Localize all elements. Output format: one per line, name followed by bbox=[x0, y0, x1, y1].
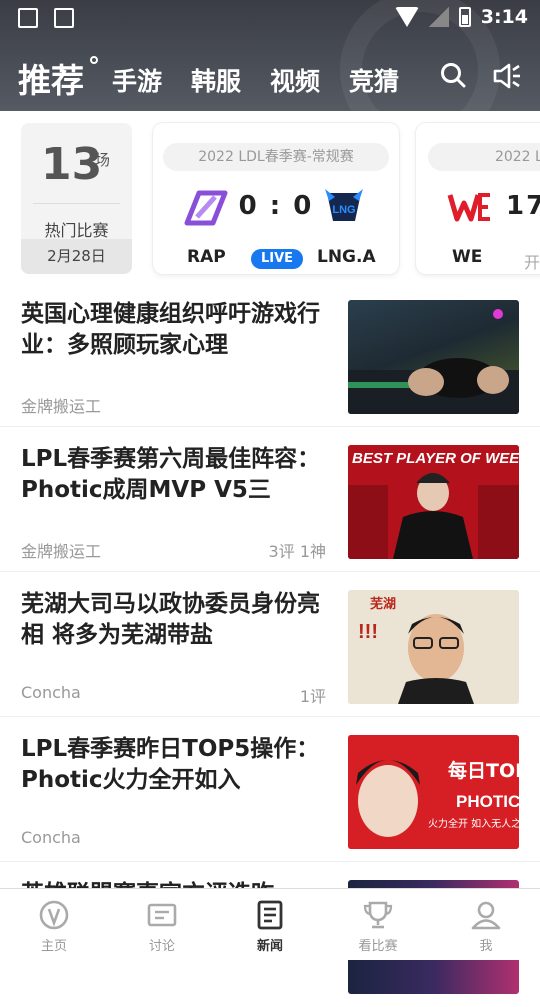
news-meta: 3评 1神 bbox=[269, 538, 326, 562]
tab-guessing[interactable]: 竞猜 bbox=[349, 62, 399, 98]
gamepad-photo bbox=[348, 300, 519, 414]
home-icon bbox=[38, 899, 70, 931]
streamer-photo: 芜湖 !!! bbox=[348, 590, 519, 704]
news-icon bbox=[254, 899, 286, 931]
news-item[interactable]: LPL春季赛昨日TOP5操作：Photic火力全开如入 Concha 每日TOP… bbox=[0, 718, 540, 862]
news-meta: 1评 bbox=[300, 683, 326, 707]
news-author: Concha bbox=[21, 683, 81, 702]
league-name: 2022 LDL春季赛-常规赛 bbox=[163, 143, 389, 171]
profile-icon bbox=[470, 899, 502, 931]
team-we-logo bbox=[446, 187, 492, 227]
today-match-count: 13 bbox=[41, 139, 102, 190]
status-bar: 3:14 bbox=[0, 0, 540, 36]
news-author: 金牌搬运工 bbox=[21, 393, 101, 417]
news-thumbnail: 芜湖 !!! bbox=[348, 590, 519, 704]
team-lng-logo: LNG bbox=[321, 187, 367, 227]
today-date: 2月28日 bbox=[21, 239, 132, 274]
news-title: 英国心理健康组织呼吁游戏行业：多照顾玩家心理 bbox=[21, 299, 331, 361]
thumb-caption-text: 芜湖 bbox=[370, 596, 396, 612]
top5-photo: 每日TOP PHOTIC 火力全开 如入无人之 bbox=[348, 735, 519, 849]
wifi-icon bbox=[395, 7, 419, 27]
news-author: Concha bbox=[21, 828, 81, 847]
news-author: 金牌搬运工 bbox=[21, 538, 101, 562]
news-title: LPL春季赛第六周最佳阵容：Photic成周MVP V5三 bbox=[21, 444, 331, 506]
news-title: LPL春季赛昨日TOP5操作：Photic火力全开如入 bbox=[21, 734, 331, 796]
signal-icon bbox=[429, 7, 449, 27]
tab-label: 我 bbox=[451, 935, 521, 954]
news-item[interactable]: LPL春季赛第六周最佳阵容：Photic成周MVP V5三 金牌搬运工 3评 1… bbox=[0, 428, 540, 572]
tab-label: 讨论 bbox=[127, 935, 197, 954]
team-b-name: LNG.A bbox=[317, 247, 376, 267]
league-name: 2022 LPL春季赛 bbox=[428, 143, 540, 171]
team-a-name: WE bbox=[452, 247, 482, 267]
live-badge: LIVE bbox=[251, 249, 303, 269]
match-status: 开 bbox=[524, 249, 540, 273]
hot-matches-label: 热门比赛 bbox=[21, 217, 132, 241]
svg-text:LNG: LNG bbox=[332, 204, 355, 216]
news-thumbnail: BEST PLAYER OF WEEK 6 bbox=[348, 445, 519, 559]
tab-home[interactable]: 主页 bbox=[19, 899, 89, 954]
tab-watch-matches[interactable]: 看比赛 bbox=[343, 899, 413, 954]
battery-icon bbox=[459, 7, 471, 27]
top-nav: 推荐 手游 韩服 视频 竞猜 bbox=[0, 48, 540, 104]
team-a-name: RAP bbox=[187, 247, 226, 267]
tab-discussion[interactable]: 讨论 bbox=[127, 899, 197, 954]
announcement-icon[interactable] bbox=[492, 62, 522, 90]
match-time: 17: bbox=[506, 191, 540, 221]
bottom-tab-bar: 主页 讨论 新闻 看比赛 我 bbox=[0, 888, 540, 960]
top-header: 3:14 推荐 手游 韩服 视频 竞猜 bbox=[0, 0, 540, 111]
tab-label: 看比赛 bbox=[343, 935, 413, 954]
discussion-icon bbox=[146, 899, 178, 931]
svg-text:!!!: !!! bbox=[358, 621, 378, 643]
news-thumbnail bbox=[348, 300, 519, 414]
match-carousel[interactable]: 13 场 热门比赛 2月28日 2022 LDL春季赛-常规赛 0 : 0 LN… bbox=[0, 111, 540, 283]
app-notification-icon bbox=[54, 8, 74, 28]
tab-mobile-games[interactable]: 手游 bbox=[112, 62, 162, 98]
active-tab-dot bbox=[90, 56, 98, 64]
thumb-caption-text: 火力全开 如入无人之 bbox=[428, 817, 519, 830]
status-time: 3:14 bbox=[481, 6, 528, 28]
tab-label: 新闻 bbox=[235, 935, 305, 954]
news-title: 芜湖大司马以政协委员身份亮相 将多为芜湖带盐 bbox=[21, 589, 331, 651]
tab-videos[interactable]: 视频 bbox=[270, 62, 320, 98]
thumb-banner-text: BEST PLAYER OF WEEK 6 bbox=[352, 450, 519, 467]
match-card[interactable]: 2022 LDL春季赛-常规赛 0 : 0 LNG RAP LIVE LNG.A bbox=[153, 123, 399, 274]
gallery-notification-icon bbox=[18, 8, 38, 28]
today-matches-card[interactable]: 13 场 热门比赛 2月28日 bbox=[21, 123, 132, 274]
best-player-photo: BEST PLAYER OF WEEK 6 bbox=[348, 445, 519, 559]
match-card[interactable]: 2022 LPL春季赛 17: WE 开 bbox=[416, 123, 540, 274]
news-item[interactable]: 英国心理健康组织呼吁游戏行业：多照顾玩家心理 金牌搬运工 bbox=[0, 283, 540, 427]
today-match-unit: 场 bbox=[95, 149, 110, 170]
tab-korea-server[interactable]: 韩服 bbox=[191, 62, 241, 98]
news-thumbnail: 每日TOP PHOTIC 火力全开 如入无人之 bbox=[348, 735, 519, 849]
search-icon[interactable] bbox=[440, 62, 466, 88]
tab-label: 主页 bbox=[19, 935, 89, 954]
thumb-player-text: PHOTIC bbox=[456, 792, 519, 811]
tab-news[interactable]: 新闻 bbox=[235, 899, 305, 954]
trophy-icon bbox=[362, 899, 394, 931]
tab-recommend[interactable]: 推荐 bbox=[18, 54, 84, 102]
news-item[interactable]: 芜湖大司马以政协委员身份亮相 将多为芜湖带盐 Concha 1评 芜湖 !!! bbox=[0, 573, 540, 717]
thumb-top-text: 每日TOP bbox=[448, 759, 519, 782]
divider bbox=[33, 203, 120, 204]
tab-me[interactable]: 我 bbox=[451, 899, 521, 954]
